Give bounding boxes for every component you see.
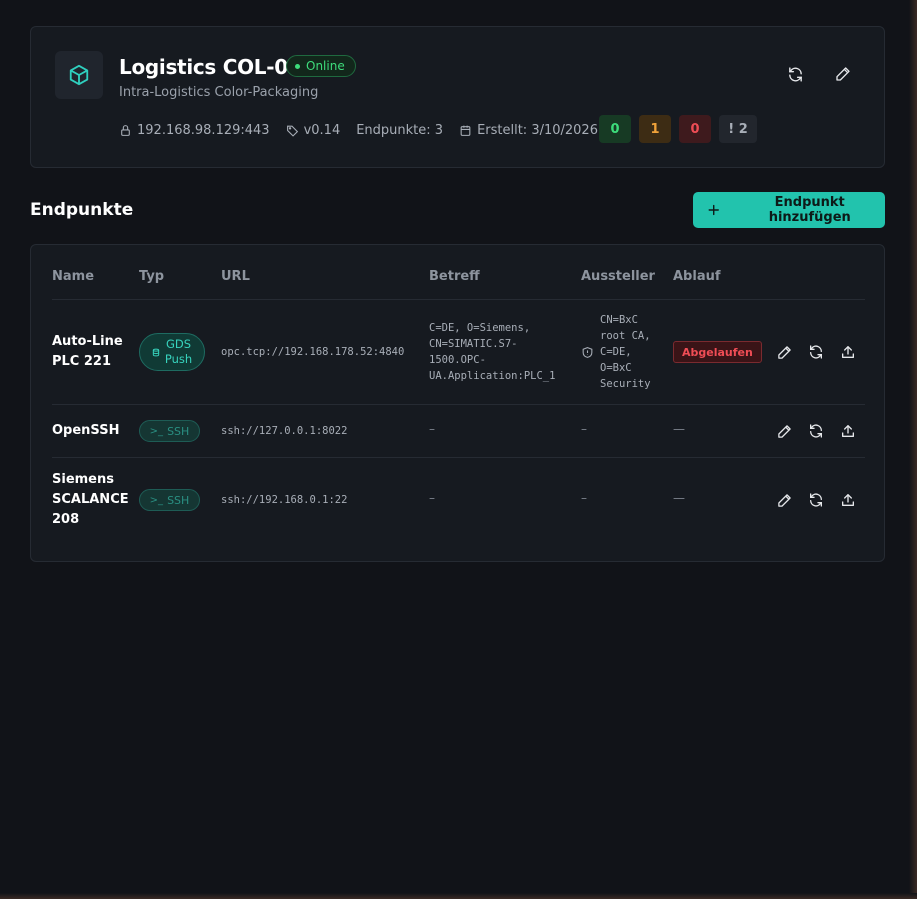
add-endpoint-button[interactable]: Endpunkt hinzufügen [693, 192, 885, 228]
type-badge-ssh: >_ SSH [139, 489, 200, 511]
device-subtitle: Intra-Logistics Color-Packaging [119, 85, 319, 100]
type-badge-ssh: >_ SSH [139, 420, 200, 442]
upload-icon [842, 425, 854, 437]
terminal-icon: >_ [149, 494, 164, 506]
edit-endpoint-button[interactable] [773, 341, 795, 363]
endpoint-url: ssh://127.0.0.1:8022 [221, 425, 348, 437]
edit-device-button[interactable] [830, 61, 856, 87]
endpoint-subject: – [429, 491, 435, 505]
endpoint-name: OpenSSH [52, 423, 120, 438]
meta-address: 192.168.98.129:443 [119, 123, 270, 138]
renew-endpoint-button[interactable] [805, 341, 827, 363]
col-issuer: Aussteller [581, 269, 655, 284]
status-badge: Online [286, 55, 356, 77]
edit-endpoint-button[interactable] [773, 420, 795, 442]
status-label: Online [306, 59, 345, 73]
table-row[interactable]: Siemens SCALANCE 208 >_ SSH ssh://192.16… [31, 458, 886, 542]
endpoints-table: Name Typ URL Betreff Aussteller Ablauf A… [30, 244, 885, 562]
count-ok: 0 [599, 115, 631, 143]
device-meta: 192.168.98.129:443 v0.14 Endpunkte: 3 Er… [119, 121, 598, 139]
refresh-device-button[interactable] [782, 61, 808, 87]
col-subject: Betreff [429, 269, 480, 284]
device-actions [782, 61, 856, 87]
pencil-icon [836, 67, 850, 81]
endpoint-expiry: — [673, 422, 685, 436]
table-row[interactable]: Auto-Line PLC 221 GDS Push opc.tcp://192… [31, 300, 886, 404]
edit-endpoint-button[interactable] [773, 489, 795, 511]
upload-endpoint-button[interactable] [837, 489, 859, 511]
window-edge-bottom [0, 893, 917, 899]
refresh-icon [810, 345, 822, 359]
endpoint-url: ssh://192.168.0.1:22 [221, 494, 348, 506]
pencil-icon [777, 493, 791, 507]
plus-icon [708, 204, 719, 216]
col-expiry: Ablauf [673, 269, 721, 284]
refresh-icon [788, 66, 802, 82]
lock-icon [121, 124, 130, 136]
refresh-icon [810, 493, 822, 507]
endpoint-issuer: – [581, 491, 587, 505]
expiry-badge: Abgelaufen [673, 341, 762, 363]
cube-icon [55, 51, 103, 99]
upload-icon [842, 346, 854, 358]
col-type: Typ [139, 269, 165, 284]
meta-version: v0.14 [286, 123, 340, 138]
renew-endpoint-button[interactable] [805, 489, 827, 511]
database-icon [152, 348, 160, 356]
endpoint-url: opc.tcp://192.168.178.52:4840 [221, 346, 405, 358]
endpoint-name: Auto-Line PLC 221 [52, 334, 123, 369]
endpoint-issuer: – [581, 422, 587, 436]
endpoint-name: Siemens SCALANCE 208 [52, 472, 129, 527]
meta-created: Erstellt: 3/10/2026 [459, 123, 598, 138]
row-actions [773, 420, 859, 442]
refresh-icon [810, 424, 822, 438]
meta-endpoints: Endpunkte: 3 [356, 122, 444, 138]
status-counts: 0 1 0 ! 2 [599, 115, 757, 143]
count-warning: 1 [639, 115, 671, 143]
type-badge-gds: GDS Push [139, 333, 205, 371]
upload-icon [842, 494, 854, 506]
endpoints-title: Endpunkte [30, 200, 134, 220]
status-dot-icon [295, 63, 300, 69]
row-actions [773, 489, 859, 511]
endpoint-issuer: CN=BxC root CA, C=DE, O=BxC Security [581, 312, 651, 392]
upload-endpoint-button[interactable] [837, 341, 859, 363]
col-name: Name [52, 269, 95, 284]
tag-icon [286, 125, 298, 137]
table-row[interactable]: OpenSSH >_ SSH ssh://127.0.0.1:8022 – – … [31, 405, 886, 457]
window-edge [909, 0, 917, 899]
row-actions [773, 341, 859, 363]
col-url: URL [221, 269, 250, 284]
count-error: 0 [679, 115, 711, 143]
endpoint-subject: – [429, 422, 435, 436]
terminal-icon: >_ [149, 425, 164, 437]
endpoint-expiry: — [673, 491, 685, 505]
device-title: Logistics COL-01 [119, 55, 302, 79]
renew-endpoint-button[interactable] [805, 420, 827, 442]
upload-endpoint-button[interactable] [837, 420, 859, 442]
endpoint-subject: C=DE, O=Siemens, CN=SIMATIC.S7- 1500.OPC… [429, 322, 556, 382]
device-card: Logistics COL-01 Online Intra-Logistics … [30, 26, 885, 168]
count-alerts: ! 2 [719, 115, 757, 143]
shield-icon [582, 346, 593, 358]
pencil-icon [777, 345, 791, 359]
calendar-icon [460, 125, 471, 136]
pencil-icon [777, 424, 791, 438]
